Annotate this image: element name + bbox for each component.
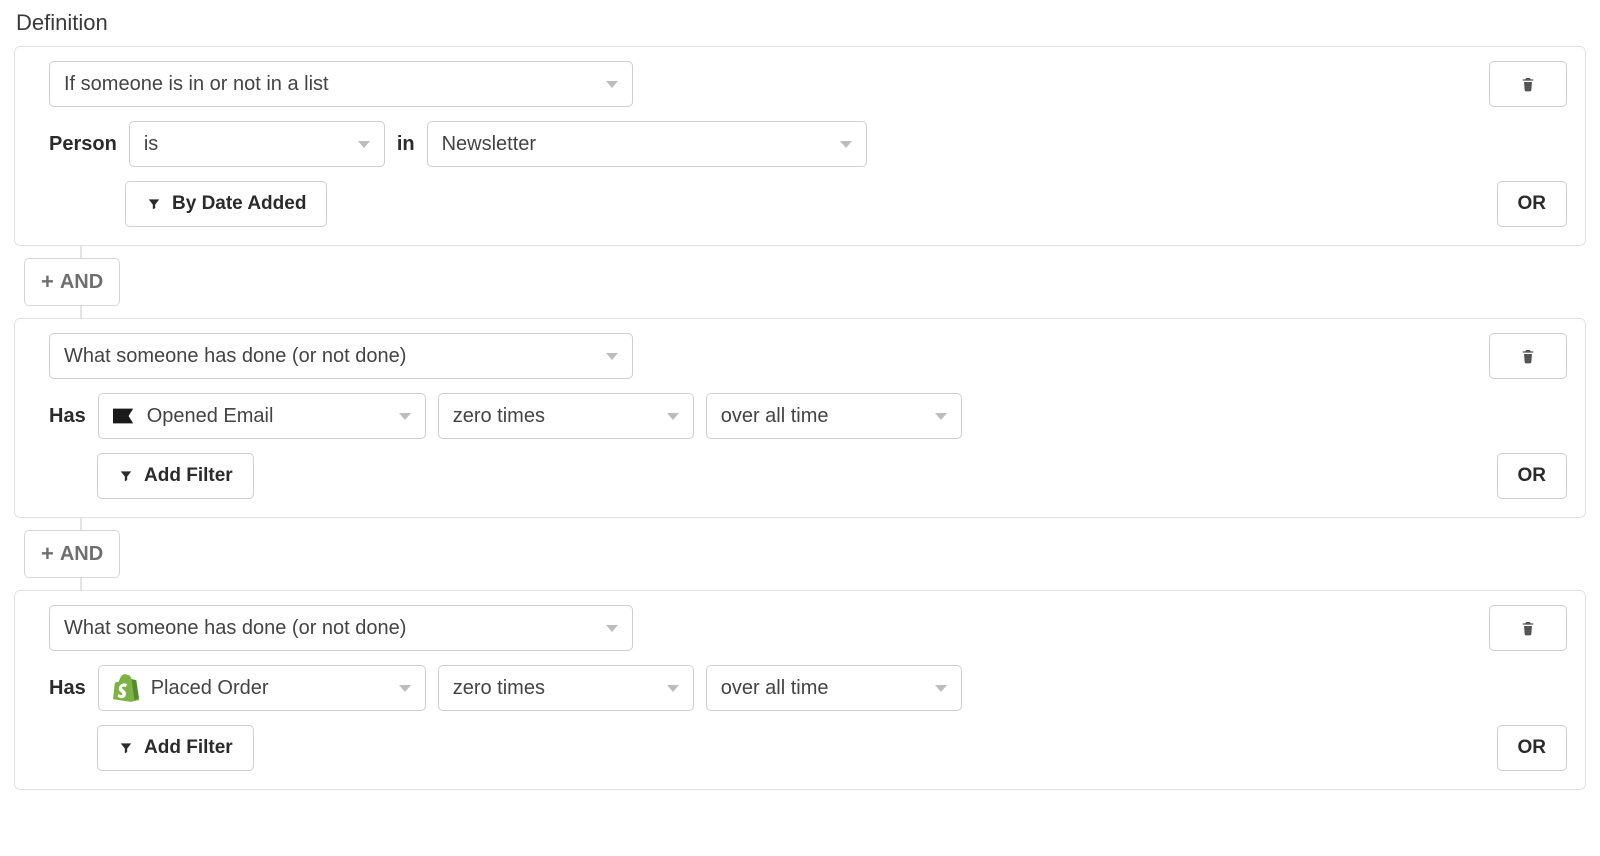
- list-select[interactable]: Newsletter: [427, 121, 867, 167]
- and-button[interactable]: + AND: [24, 530, 120, 578]
- condition-type-value: What someone has done (or not done): [64, 617, 406, 640]
- filter-button-label: By Date Added: [172, 193, 306, 215]
- chevron-down-icon: [399, 413, 411, 420]
- trash-icon: [1520, 619, 1536, 637]
- filter-button[interactable]: Add Filter: [97, 453, 254, 499]
- operator-value: is: [144, 133, 158, 156]
- chevron-down-icon: [840, 141, 852, 148]
- condition-block: What someone has done (or not done) Has: [14, 590, 1586, 790]
- chevron-down-icon: [667, 685, 679, 692]
- condition-block: If someone is in or not in a list Person…: [14, 46, 1586, 246]
- prefix-label: Has: [49, 405, 86, 428]
- or-button[interactable]: OR: [1497, 453, 1568, 499]
- delete-button[interactable]: [1489, 333, 1567, 379]
- frequency-value: zero times: [453, 677, 545, 700]
- plus-icon: +: [41, 543, 54, 565]
- or-button-label: OR: [1518, 193, 1547, 215]
- delete-button[interactable]: [1489, 61, 1567, 107]
- or-button-label: OR: [1518, 465, 1547, 487]
- and-connector: + AND: [14, 518, 1586, 590]
- frequency-select[interactable]: zero times: [438, 393, 694, 439]
- condition-type-value: What someone has done (or not done): [64, 345, 406, 368]
- chevron-down-icon: [606, 81, 618, 88]
- chevron-down-icon: [399, 685, 411, 692]
- event-select[interactable]: Opened Email: [98, 393, 426, 439]
- condition-type-select[interactable]: What someone has done (or not done): [49, 605, 633, 651]
- event-value: Placed Order: [151, 677, 269, 700]
- frequency-select[interactable]: zero times: [438, 665, 694, 711]
- timeframe-select[interactable]: over all time: [706, 393, 962, 439]
- condition-type-select[interactable]: If someone is in or not in a list: [49, 61, 633, 107]
- or-button[interactable]: OR: [1497, 725, 1568, 771]
- or-button-label: OR: [1518, 737, 1547, 759]
- chevron-down-icon: [667, 413, 679, 420]
- shopify-icon: [113, 674, 139, 702]
- chevron-down-icon: [606, 625, 618, 632]
- and-connector: + AND: [14, 246, 1586, 318]
- delete-button[interactable]: [1489, 605, 1567, 651]
- frequency-value: zero times: [453, 405, 545, 428]
- filter-icon: [118, 741, 134, 755]
- trash-icon: [1520, 75, 1536, 93]
- condition-type-select[interactable]: What someone has done (or not done): [49, 333, 633, 379]
- timeframe-value: over all time: [721, 405, 829, 428]
- filter-button[interactable]: Add Filter: [97, 725, 254, 771]
- timeframe-select[interactable]: over all time: [706, 665, 962, 711]
- or-button[interactable]: OR: [1497, 181, 1568, 227]
- list-value: Newsletter: [442, 133, 536, 156]
- filter-button-label: Add Filter: [144, 465, 233, 487]
- section-heading: Definition: [16, 10, 1586, 36]
- filter-icon: [146, 197, 162, 211]
- timeframe-value: over all time: [721, 677, 829, 700]
- and-button[interactable]: + AND: [24, 258, 120, 306]
- trash-icon: [1520, 347, 1536, 365]
- prefix-label: Has: [49, 677, 86, 700]
- event-value: Opened Email: [147, 405, 274, 428]
- and-label: AND: [60, 543, 103, 566]
- chevron-down-icon: [358, 141, 370, 148]
- chevron-down-icon: [935, 413, 947, 420]
- and-label: AND: [60, 271, 103, 294]
- filter-icon: [118, 469, 134, 483]
- event-select[interactable]: Placed Order: [98, 665, 426, 711]
- mid-label: in: [397, 133, 415, 156]
- flag-icon: [113, 408, 135, 424]
- plus-icon: +: [41, 271, 54, 293]
- chevron-down-icon: [606, 353, 618, 360]
- prefix-label: Person: [49, 133, 117, 156]
- filter-button-label: Add Filter: [144, 737, 233, 759]
- condition-block: What someone has done (or not done) Has …: [14, 318, 1586, 518]
- operator-select[interactable]: is: [129, 121, 385, 167]
- condition-type-value: If someone is in or not in a list: [64, 73, 329, 96]
- filter-button[interactable]: By Date Added: [125, 181, 327, 227]
- chevron-down-icon: [935, 685, 947, 692]
